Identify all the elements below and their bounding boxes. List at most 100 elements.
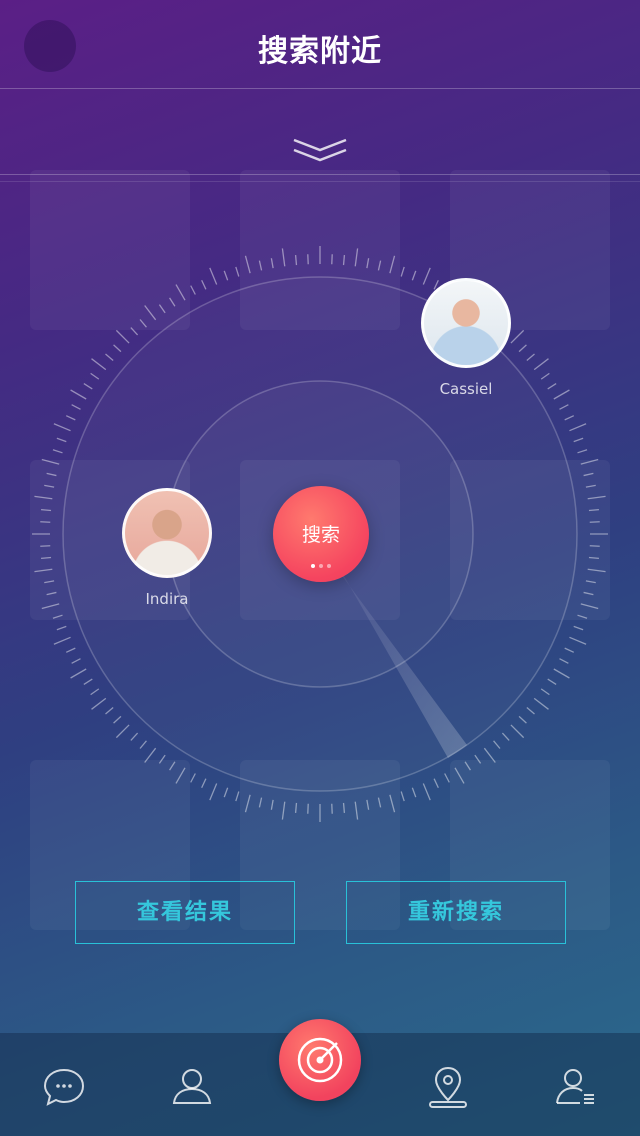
- radar-tick: [400, 791, 405, 802]
- nearby-user[interactable]: Cassiel: [396, 278, 536, 398]
- radar-tick: [209, 783, 218, 801]
- radar-tick: [44, 484, 55, 488]
- radar-tick: [105, 353, 114, 361]
- radar-tick: [422, 783, 431, 801]
- radar-tick: [244, 255, 251, 274]
- user-photo[interactable]: [122, 488, 212, 578]
- radar-tick: [83, 678, 93, 685]
- contacts-icon[interactable]: [162, 1057, 222, 1117]
- radar-tick: [342, 255, 346, 266]
- radar-tick: [70, 668, 87, 679]
- user-name: Cassiel: [439, 380, 493, 398]
- radar-tick: [354, 248, 359, 267]
- radar-tick: [52, 449, 63, 454]
- radar-tick: [354, 801, 359, 820]
- radar-tick: [190, 773, 196, 783]
- radar-tick: [244, 794, 251, 813]
- radar-tick: [588, 556, 599, 560]
- radar-tick: [573, 437, 584, 443]
- radar-tick: [389, 255, 396, 274]
- radar-tick: [533, 697, 549, 710]
- radar-tick: [588, 508, 599, 512]
- radar-tick: [46, 472, 57, 477]
- radar-tick: [223, 270, 229, 281]
- view-results-button[interactable]: 查看结果: [75, 881, 295, 944]
- radar-tick: [115, 724, 130, 739]
- radar-tick: [559, 658, 569, 664]
- radar-tick: [564, 647, 575, 653]
- radar-tick: [169, 297, 176, 307]
- radar-tick: [53, 423, 71, 432]
- radar-tick: [53, 636, 71, 645]
- radar-tick: [41, 556, 52, 560]
- profile-list-icon[interactable]: [546, 1057, 606, 1117]
- radar-tick: [547, 678, 557, 685]
- radar-tick: [389, 794, 396, 813]
- radar-tick: [366, 258, 370, 269]
- radar-tick: [366, 799, 370, 810]
- radar-tick: [113, 715, 122, 724]
- radar-tick: [169, 761, 176, 771]
- radar-tick: [56, 625, 67, 631]
- radar-tick: [235, 266, 240, 277]
- search-button[interactable]: 搜索: [273, 486, 369, 582]
- radar-tick: [569, 636, 587, 645]
- radar-tick: [281, 248, 286, 267]
- user-photo[interactable]: [421, 278, 511, 368]
- radar-tick: [526, 707, 535, 715]
- radar-tick: [130, 732, 139, 741]
- radar-tick: [175, 284, 186, 301]
- radar-tick: [583, 591, 594, 596]
- radar-tick: [564, 415, 575, 421]
- radar-tick: [258, 260, 263, 271]
- radar-tick: [52, 614, 63, 619]
- radar-tick: [70, 389, 87, 400]
- radar-tick: [41, 508, 52, 512]
- radar-tick: [158, 304, 166, 314]
- radar-tick: [201, 279, 207, 290]
- radar-tick: [115, 329, 130, 344]
- user-name: Indira: [145, 590, 189, 608]
- radar-tick: [65, 415, 76, 421]
- search-again-button[interactable]: 重新搜索: [346, 881, 566, 944]
- radar-tick: [113, 344, 122, 353]
- progress-dots: [273, 553, 369, 572]
- radar-tick: [46, 591, 57, 596]
- search-button-label: 搜索: [301, 524, 340, 546]
- radar-tick: [144, 305, 157, 321]
- radar-tick: [587, 568, 606, 573]
- radar-tick: [493, 740, 501, 749]
- radar-tick: [580, 458, 599, 465]
- nearby-user[interactable]: Indira: [97, 488, 237, 608]
- radar-tick: [223, 787, 229, 798]
- radar-tick: [235, 791, 240, 802]
- radar-tick: [553, 389, 570, 400]
- radar-tick: [71, 658, 81, 664]
- radar-tick: [474, 754, 482, 764]
- radar-tick: [510, 724, 525, 739]
- radar-tick: [547, 383, 557, 390]
- radar-tick: [90, 372, 100, 380]
- radar-tick: [258, 797, 263, 808]
- radar-tick: [130, 327, 139, 336]
- radar-tick: [175, 767, 186, 784]
- radar-tick: [577, 614, 588, 619]
- radar-tick: [144, 747, 157, 763]
- radar-tick: [454, 767, 465, 784]
- radar-tick: [400, 266, 405, 277]
- chat-icon[interactable]: [34, 1057, 94, 1117]
- radar-tick: [34, 495, 53, 500]
- radar-tick: [540, 688, 550, 696]
- radar-tick: [483, 747, 496, 763]
- radar-tick: [577, 449, 588, 454]
- radar-tick: [294, 802, 298, 813]
- radar-tick: [83, 383, 93, 390]
- radar-tick: [71, 404, 81, 410]
- radar-tick: [44, 580, 55, 584]
- radar-tick: [91, 697, 107, 710]
- radar-tick: [585, 484, 596, 488]
- radar-icon[interactable]: [279, 1019, 361, 1101]
- radar-tick: [377, 260, 382, 271]
- radar-tick: [583, 472, 594, 477]
- location-icon[interactable]: [418, 1057, 478, 1117]
